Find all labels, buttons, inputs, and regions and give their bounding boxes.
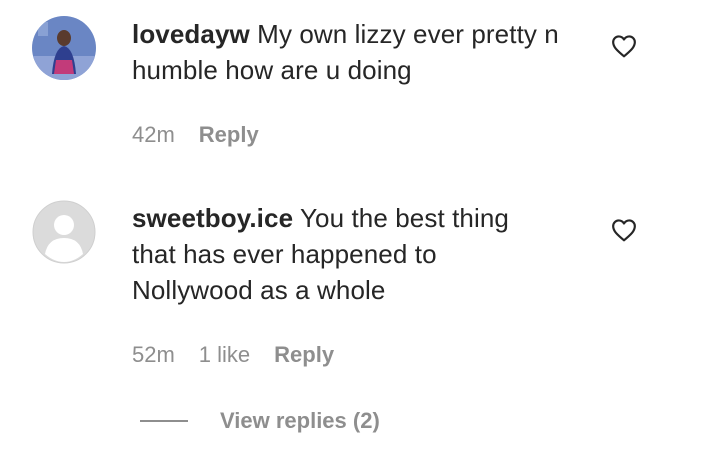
reply-button[interactable]: Reply — [274, 342, 334, 368]
comment-username[interactable]: lovedayw — [132, 19, 250, 49]
avatar[interactable] — [32, 16, 96, 80]
user-photo-avatar-icon — [32, 16, 96, 80]
comment-body: sweetboy.ice You the best thing that has… — [132, 200, 552, 308]
likes-count[interactable]: 1 like — [199, 342, 250, 368]
comment-timestamp: 52m — [132, 342, 175, 367]
avatar[interactable] — [32, 200, 96, 264]
comment-timestamp: 42m — [132, 122, 175, 147]
heart-outline-icon[interactable] — [611, 34, 637, 58]
comment-meta: 52m 1 like Reply — [132, 342, 334, 368]
heart-outline-icon[interactable] — [611, 218, 637, 242]
comment-username[interactable]: sweetboy.ice — [132, 203, 293, 233]
default-avatar-icon — [32, 200, 96, 264]
comment-meta: 42m Reply — [132, 122, 259, 148]
view-replies-button[interactable]: View replies (2) — [220, 408, 380, 434]
view-replies: View replies (2) — [140, 408, 380, 434]
comment-body: lovedayw My own lizzy ever pretty n humb… — [132, 16, 592, 88]
reply-button[interactable]: Reply — [199, 122, 259, 148]
replies-divider — [140, 420, 188, 422]
